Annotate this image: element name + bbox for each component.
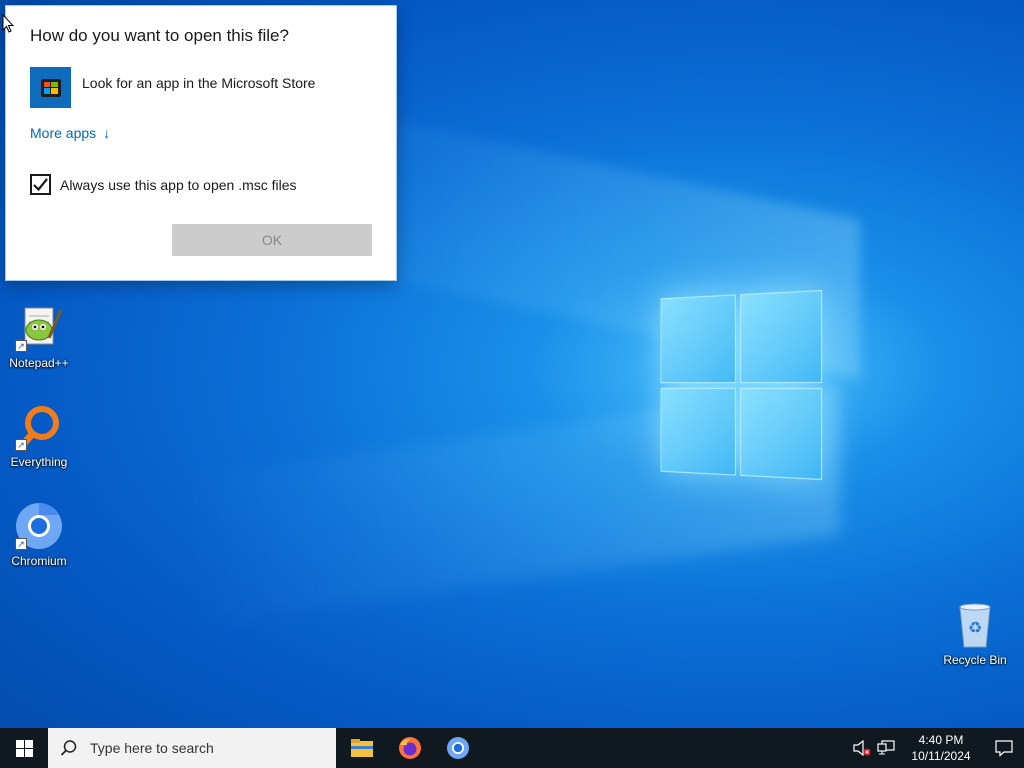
open-with-dialog: How do you want to open this file? Look …: [5, 5, 397, 281]
notification-icon: [995, 740, 1013, 757]
desktop-icon-notepadpp[interactable]: ↗ Notepad++: [1, 304, 77, 370]
checkmark-icon: [33, 178, 48, 192]
windows-start-icon: [15, 739, 33, 757]
desktop-icon-label: Chromium: [11, 554, 67, 568]
taskbar-search-box[interactable]: Type here to search: [48, 728, 336, 768]
microsoft-store-option-label: Look for an app in the Microsoft Store: [82, 75, 316, 91]
desktop-icon-label: Notepad++: [9, 356, 69, 370]
ok-button[interactable]: OK: [172, 224, 372, 256]
action-center-button[interactable]: [984, 728, 1024, 768]
start-button[interactable]: [0, 728, 48, 768]
volume-muted-icon[interactable]: [850, 728, 874, 768]
network-icon[interactable]: [874, 728, 898, 768]
chromium-icon: ↗: [15, 502, 63, 550]
mouse-cursor-icon: [2, 14, 14, 33]
firefox-icon: [399, 737, 421, 759]
chromium-icon: [447, 737, 469, 759]
microsoft-store-icon: [30, 67, 71, 108]
taskbar-clock[interactable]: 4:40 PM 10/11/2024: [904, 732, 978, 764]
more-apps-label: More apps: [30, 125, 97, 141]
clock-date: 10/11/2024: [911, 749, 971, 763]
everything-search-icon: ↗: [15, 403, 63, 451]
dialog-title: How do you want to open this file?: [30, 26, 289, 45]
system-tray: 4:40 PM 10/11/2024: [850, 728, 1024, 768]
microsoft-store-option[interactable]: Look for an app in the Microsoft Store: [30, 67, 315, 108]
search-placeholder: Type here to search: [90, 740, 214, 756]
taskbar: Type here to search 4:40 PM 10/11/2024: [0, 728, 1024, 768]
desktop-icon-label: Everything: [10, 455, 68, 469]
taskbar-chromium[interactable]: [434, 728, 482, 768]
taskbar-file-explorer[interactable]: [338, 728, 386, 768]
always-use-checkbox[interactable]: [30, 174, 51, 195]
clock-time: 4:40 PM: [918, 733, 964, 747]
taskbar-firefox[interactable]: [386, 728, 434, 768]
arrow-down-icon: ↓: [103, 125, 111, 141]
svg-text:♻: ♻: [968, 618, 982, 637]
desktop-icon-chromium[interactable]: ↗ Chromium: [1, 502, 77, 568]
file-explorer-icon: [351, 739, 373, 757]
desktop-icon-label: Recycle Bin: [943, 653, 1007, 667]
always-use-checkbox-row[interactable]: Always use this app to open .msc files: [30, 174, 297, 195]
recycle-bin-icon: ♻: [951, 601, 999, 649]
search-icon: [60, 740, 77, 756]
notepadpp-icon: ↗: [15, 304, 63, 352]
desktop-icon-everything[interactable]: ↗ Everything: [1, 403, 77, 469]
desktop-icon-recycle-bin[interactable]: ♻ Recycle Bin: [937, 601, 1013, 667]
more-apps-link[interactable]: More apps ↓: [30, 125, 110, 141]
always-use-label: Always use this app to open .msc files: [60, 176, 297, 193]
windows-wallpaper-logo: [660, 290, 822, 480]
